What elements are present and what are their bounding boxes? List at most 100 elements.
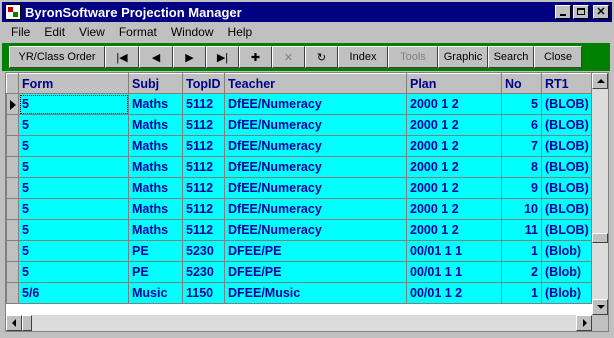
cell-subj[interactable]: Maths [128,135,183,157]
column-header-rt1[interactable]: RT1 [541,73,592,94]
scroll-up-icon[interactable] [592,73,608,89]
cell-rt1[interactable]: (Blob) [541,240,592,262]
cell-teacher[interactable]: DfEE/Numeracy [224,93,407,115]
cell-subj[interactable]: PE [128,261,183,283]
cell-rt1[interactable]: (BLOB) [541,177,592,199]
cell-no[interactable]: 1 [501,240,542,262]
search-button[interactable]: Search [488,46,534,68]
row-selector[interactable] [6,198,19,220]
cell-form[interactable]: 5/6 [18,282,129,304]
menu-view[interactable]: View [71,25,111,39]
table-row[interactable]: 5 PE 5230 DFEE/PE 00/01 1 1 1 (Blob) [6,240,592,262]
cell-topid[interactable]: 5112 [182,177,225,199]
menu-window[interactable]: Window [163,25,220,39]
cell-teacher[interactable]: DfEE/Numeracy [224,135,407,157]
table-row[interactable]: 5 PE 5230 DFEE/PE 00/01 1 1 2 (Blob) [6,261,592,283]
scroll-right-icon[interactable] [576,315,592,331]
scroll-down-icon[interactable] [592,299,608,315]
cell-topid[interactable]: 5230 [182,240,225,262]
cell-topid[interactable]: 1150 [182,282,225,304]
refresh-icon[interactable]: ↻ [305,46,338,68]
cell-no[interactable]: 5 [501,93,542,115]
horizontal-scrollbar[interactable] [6,315,592,331]
row-selector[interactable] [6,135,19,157]
cell-topid[interactable]: 5112 [182,198,225,220]
close-window-button[interactable]: ✕ [593,5,609,19]
last-record-icon[interactable]: ▶| [206,46,239,68]
cell-no[interactable]: 1 [501,282,542,304]
cell-no[interactable]: 6 [501,114,542,136]
cell-teacher[interactable]: DfEE/Numeracy [224,219,407,241]
scroll-left-icon[interactable] [6,315,22,331]
row-selector[interactable] [6,219,19,241]
cell-subj[interactable]: Maths [128,198,183,220]
column-header-plan[interactable]: Plan [406,73,502,94]
cell-rt1[interactable]: (BLOB) [541,135,592,157]
row-selector[interactable] [6,261,19,283]
cell-form[interactable]: 5 [18,219,129,241]
minimize-button[interactable] [555,5,571,19]
cell-form[interactable]: 5 [18,114,129,136]
vertical-scrollbar[interactable] [592,73,608,315]
cell-topid[interactable]: 5112 [182,219,225,241]
cell-plan[interactable]: 2000 1 2 [406,198,502,220]
column-header-topid[interactable]: TopID [182,73,225,94]
row-selector[interactable] [6,93,19,115]
row-selector[interactable] [6,156,19,178]
cell-teacher[interactable]: DFEE/PE [224,240,407,262]
cell-subj[interactable]: Maths [128,114,183,136]
cell-teacher[interactable]: DfEE/Numeracy [224,156,407,178]
cell-no[interactable]: 9 [501,177,542,199]
cell-topid[interactable]: 5230 [182,261,225,283]
cell-subj[interactable]: Music [128,282,183,304]
app-icon[interactable] [5,4,21,20]
cell-rt1[interactable]: (BLOB) [541,114,592,136]
table-row[interactable]: 5 Maths 5112 DfEE/Numeracy 2000 1 2 5 (BLOB) [6,93,592,115]
row-selector[interactable] [6,114,19,136]
cell-subj[interactable]: Maths [128,219,183,241]
cell-plan[interactable]: 2000 1 2 [406,114,502,136]
cell-form[interactable]: 5 [18,135,129,157]
cell-plan[interactable]: 00/01 1 1 [406,261,502,283]
cell-form[interactable]: 5 [18,177,129,199]
cell-plan[interactable]: 2000 1 2 [406,177,502,199]
menu-file[interactable]: File [2,25,36,39]
row-selector[interactable] [6,177,19,199]
table-row[interactable]: 5 Maths 5112 DfEE/Numeracy 2000 1 2 10 (BLOB) [6,198,592,220]
tools-button[interactable]: Tools [388,46,438,68]
cell-plan[interactable]: 00/01 1 1 [406,240,502,262]
column-header-no[interactable]: No [501,73,542,94]
cell-form[interactable]: 5 [18,93,129,115]
column-header-form[interactable]: Form [18,73,129,94]
cell-teacher[interactable]: DfEE/Numeracy [224,177,407,199]
cell-no[interactable]: 11 [501,219,542,241]
row-selector[interactable] [6,240,19,262]
yr-class-order-button[interactable]: YR/Class Order [9,46,105,68]
cell-form[interactable]: 5 [18,261,129,283]
menu-edit[interactable]: Edit [36,25,71,39]
cell-teacher[interactable]: DfEE/Numeracy [224,198,407,220]
vertical-scroll-thumb[interactable] [592,233,608,243]
next-record-icon[interactable]: ▶ [173,46,206,68]
cell-plan[interactable]: 2000 1 2 [406,219,502,241]
cell-teacher[interactable]: DfEE/Numeracy [224,114,407,136]
cell-rt1[interactable]: (BLOB) [541,198,592,220]
table-row[interactable]: 5 Maths 5112 DfEE/Numeracy 2000 1 2 6 (BLOB) [6,114,592,136]
cell-plan[interactable]: 2000 1 2 [406,93,502,115]
cell-subj[interactable]: Maths [128,156,183,178]
cell-no[interactable]: 10 [501,198,542,220]
cell-topid[interactable]: 5112 [182,135,225,157]
cell-form[interactable]: 5 [18,156,129,178]
table-row[interactable]: 5 Maths 5112 DfEE/Numeracy 2000 1 2 7 (BLOB) [6,135,592,157]
delete-record-icon[interactable]: ✕ [272,46,305,68]
cell-rt1[interactable]: (BLOB) [541,219,592,241]
cell-subj[interactable]: Maths [128,93,183,115]
table-row[interactable]: 5 Maths 5112 DfEE/Numeracy 2000 1 2 9 (BLOB) [6,177,592,199]
column-header-subj[interactable]: Subj [128,73,183,94]
cell-plan[interactable]: 2000 1 2 [406,156,502,178]
menu-format[interactable]: Format [111,25,163,39]
close-button[interactable]: Close [534,46,582,68]
table-row[interactable]: 5/6 Music 1150 DFEE/Music 00/01 1 2 1 (Blob) [6,282,592,304]
cell-form[interactable]: 5 [18,198,129,220]
table-row[interactable]: 5 Maths 5112 DfEE/Numeracy 2000 1 2 11 (BLOB) [6,219,592,241]
